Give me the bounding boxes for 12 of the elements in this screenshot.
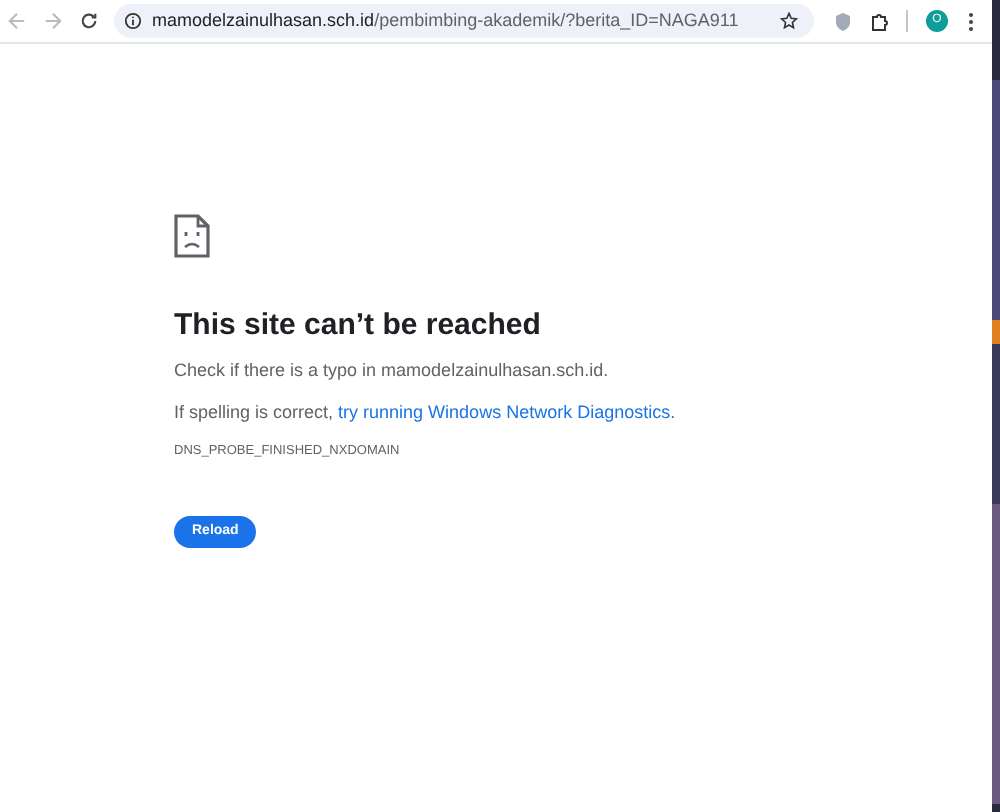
suggestion-text: If spelling is correct, try running Windows Network Diagnostics.: [174, 400, 676, 424]
error-message: Check if there is a typo in mamodelzainulhasan.sch.id.: [174, 358, 609, 382]
diagnostics-link[interactable]: try running Windows Network Diagnostics: [338, 402, 671, 422]
info-icon: [124, 12, 142, 30]
menu-icon[interactable]: [968, 11, 974, 31]
reload-icon[interactable]: [80, 12, 98, 30]
error-title: This site can’t be reached: [174, 306, 541, 346]
star-icon[interactable]: [780, 12, 798, 30]
url-text: mamodelzainulhasan.sch.id/pembimbing-akademik/?berita_ID=NAGA911: [152, 7, 739, 34]
sad-page-icon: [174, 214, 210, 258]
puzzle-icon[interactable]: [870, 11, 890, 31]
address-bar[interactable]: mamodelzainulhasan.sch.id/pembimbing-akademik/?berita_ID=NAGA911: [114, 4, 814, 38]
